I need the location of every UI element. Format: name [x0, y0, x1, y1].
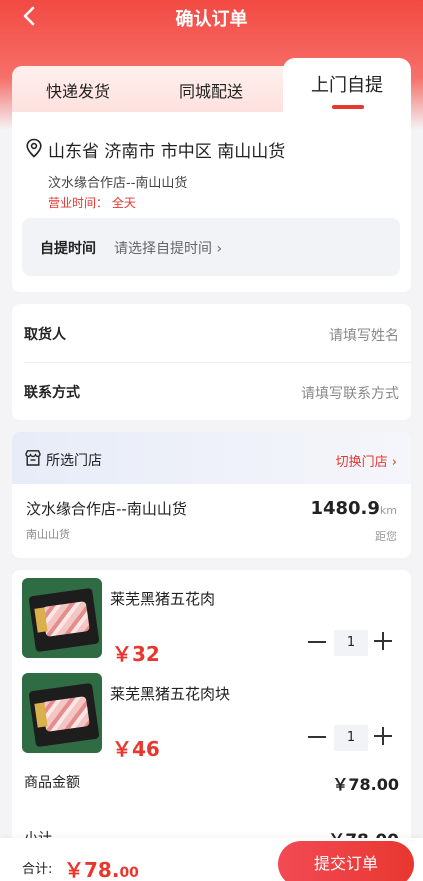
list-item: 莱芜黑猪五花肉块 ￥46 1 [12, 673, 411, 763]
address-text: 山东省 济南市 市中区 南山山货 [48, 142, 286, 162]
store-header: 所选门店 切换门店 › [12, 432, 411, 484]
product-name: 莱芜黑猪五花肉 [110, 590, 216, 608]
checkout-bar: 合计: ￥78.00 提交订单 [0, 838, 423, 881]
pickup-time-selector[interactable]: 自提时间 请选择自提时间 › [22, 218, 400, 276]
quantity-increase-button[interactable] [374, 727, 392, 745]
product-image[interactable] [22, 673, 102, 753]
tab-active-indicator [332, 105, 364, 109]
product-image[interactable] [22, 578, 102, 658]
product-meat [42, 696, 90, 732]
business-hours: 营业时间： 全天 [48, 196, 136, 210]
quantity-decrease-button[interactable] [308, 641, 326, 643]
receiver-name-input[interactable]: 请填写姓名 [329, 325, 399, 345]
contact-phone-label: 联系方式 [24, 385, 80, 401]
page-title: 确认订单 [175, 9, 248, 30]
location-pin-icon [26, 138, 42, 158]
distance-value: 1480.9 [310, 498, 380, 519]
total-price-int: ￥78. [64, 858, 120, 881]
product-price: ￥32 [112, 642, 160, 666]
tab-express[interactable]: 快递发货 [46, 78, 110, 102]
store-distance: 1480.9km [310, 498, 397, 519]
product-meat [42, 601, 90, 637]
total-price: ￥78.00 [64, 854, 139, 881]
pickup-time-label: 自提时间 [40, 241, 96, 257]
list-item: 莱芜黑猪五花肉 ￥32 1 [12, 578, 411, 668]
store-subtitle: 南山山货 [26, 528, 70, 541]
product-name: 莱芜黑猪五花肉块 [110, 685, 231, 703]
pickup-time-value[interactable]: 请选择自提时间 › [114, 238, 222, 258]
tab-local-delivery[interactable]: 同城配送 [179, 78, 243, 102]
goods-card: 莱芜黑猪五花肉 ￥32 1 莱芜黑猪五花肉块 ￥46 1 商品金额 ￥78.00… [12, 570, 411, 881]
selected-store-title: 所选门店 [46, 453, 102, 469]
contact-form: 取货人 请填写姓名 联系方式 请填写联系方式 [12, 304, 411, 420]
nav-bar: 确认订单 [0, 0, 423, 36]
receiver-name-label: 取货人 [24, 327, 66, 343]
pickup-address-card: 山东省 济南市 市中区 南山山货 汶水缘合作店--南山山货 营业时间： 全天 自… [12, 112, 411, 292]
quantity-value[interactable]: 1 [334, 725, 368, 751]
quantity-decrease-button[interactable] [308, 736, 326, 738]
submit-order-button[interactable]: 提交订单 [278, 841, 414, 881]
total-label: 合计: [22, 862, 53, 877]
address-shop-name: 汶水缘合作店--南山山货 [48, 176, 188, 191]
contact-phone-row[interactable]: 联系方式 请填写联系方式 [12, 362, 411, 420]
distance-label: 距您 [375, 530, 397, 543]
quantity-value[interactable]: 1 [334, 630, 368, 656]
product-price: ￥46 [112, 737, 160, 761]
tab-self-pickup[interactable]: 上门自提 [283, 58, 411, 112]
total-price-decimal: 00 [119, 865, 139, 881]
goods-amount-value: ￥78.00 [332, 775, 399, 794]
delivery-tabs: 快递发货 同城配送 上门自提 [12, 58, 411, 112]
receiver-name-row[interactable]: 取货人 请填写姓名 [12, 304, 411, 363]
selected-store-card: 所选门店 切换门店 › 汶水缘合作店--南山山货 南山山货 1480.9km 距… [12, 432, 411, 558]
contact-phone-input[interactable]: 请填写联系方式 [301, 383, 399, 403]
goods-amount-label: 商品金额 [24, 775, 80, 791]
store-name: 汶水缘合作店--南山山货 [26, 500, 187, 518]
quantity-increase-button[interactable] [374, 632, 392, 650]
store-icon [25, 450, 41, 466]
distance-unit: km [379, 504, 397, 517]
tab-self-pickup-label: 上门自提 [311, 75, 383, 96]
switch-store-link[interactable]: 切换门店 › [336, 451, 397, 470]
